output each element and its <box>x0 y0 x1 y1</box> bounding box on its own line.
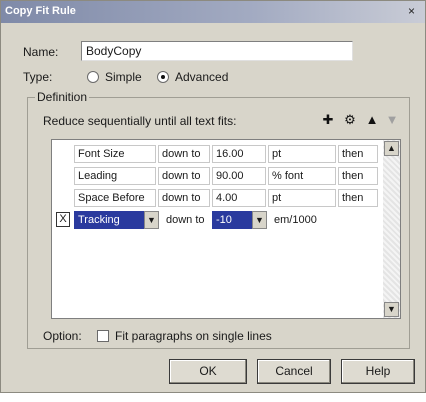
rules-grid: Font Size down to 16.00 pt then Leading … <box>51 139 401 319</box>
option-label: Option: <box>43 329 82 343</box>
copy-fit-rule-dialog: Copy Fit Rule × Name: BodyCopy Type: Sim… <box>0 0 426 393</box>
rule-row-active[interactable]: X Tracking ▼ down to -10 ▼ em/1000 <box>52 208 384 230</box>
help-button[interactable]: Help <box>341 359 415 384</box>
type-simple-radio[interactable] <box>87 71 99 83</box>
attribute-dropdown-icon[interactable]: ▼ <box>144 211 159 229</box>
value-select[interactable]: -10 <box>212 211 252 229</box>
instruction-text: Reduce sequentially until all text fits: <box>43 114 237 128</box>
attribute-cell[interactable]: Font Size <box>74 145 156 163</box>
type-advanced-label: Advanced <box>175 70 229 84</box>
type-advanced-radio[interactable] <box>157 71 169 83</box>
down-to-cell: down to <box>158 145 210 163</box>
attribute-select[interactable]: Tracking <box>74 211 144 229</box>
value-dropdown-icon[interactable]: ▼ <box>252 211 267 229</box>
ok-button[interactable]: OK <box>169 359 247 384</box>
gear-icon[interactable]: ⚙ <box>341 111 359 129</box>
grid-scrollbar[interactable]: ▲ ▼ <box>383 140 400 318</box>
unit-cell: pt <box>268 189 336 207</box>
value-cell[interactable]: 90.00 <box>212 167 266 185</box>
attribute-cell[interactable]: Space Before <box>74 189 156 207</box>
scroll-down-icon[interactable]: ▼ <box>384 302 399 317</box>
rule-row[interactable]: Font Size down to 16.00 pt then <box>52 142 384 164</box>
definition-group-label: Definition <box>35 90 90 104</box>
fit-single-lines-label: Fit paragraphs on single lines <box>115 329 272 343</box>
arrow-up-icon[interactable]: ▲ <box>363 111 381 129</box>
unit-cell: pt <box>268 145 336 163</box>
scroll-up-icon[interactable]: ▲ <box>384 141 399 156</box>
close-button[interactable]: × <box>404 4 419 19</box>
name-input[interactable]: BodyCopy <box>81 41 353 61</box>
down-to-cell: down to <box>158 189 210 207</box>
name-label: Name: <box>23 45 59 59</box>
rule-row[interactable]: Leading down to 90.00 % font then <box>52 164 384 186</box>
fit-single-lines-checkbox[interactable] <box>97 330 109 342</box>
down-to-cell: down to <box>162 211 210 229</box>
add-icon[interactable]: ✚ <box>319 111 337 129</box>
window-title: Copy Fit Rule <box>5 5 76 17</box>
then-cell: then <box>338 145 378 163</box>
then-cell: then <box>338 167 378 185</box>
type-simple-label: Simple <box>105 70 142 84</box>
type-label: Type: <box>23 70 53 84</box>
title-bar: Copy Fit Rule × <box>1 1 425 23</box>
delete-row-button[interactable]: X <box>56 212 70 227</box>
value-cell[interactable]: 16.00 <box>212 145 266 163</box>
then-cell: then <box>338 189 378 207</box>
unit-cell: em/1000 <box>270 211 338 229</box>
rule-row[interactable]: Space Before down to 4.00 pt then <box>52 186 384 208</box>
unit-cell: % font <box>268 167 336 185</box>
arrow-down-icon[interactable]: ▼ <box>383 111 401 129</box>
value-cell[interactable]: 4.00 <box>212 189 266 207</box>
down-to-cell: down to <box>158 167 210 185</box>
cancel-button[interactable]: Cancel <box>257 359 331 384</box>
attribute-cell[interactable]: Leading <box>74 167 156 185</box>
